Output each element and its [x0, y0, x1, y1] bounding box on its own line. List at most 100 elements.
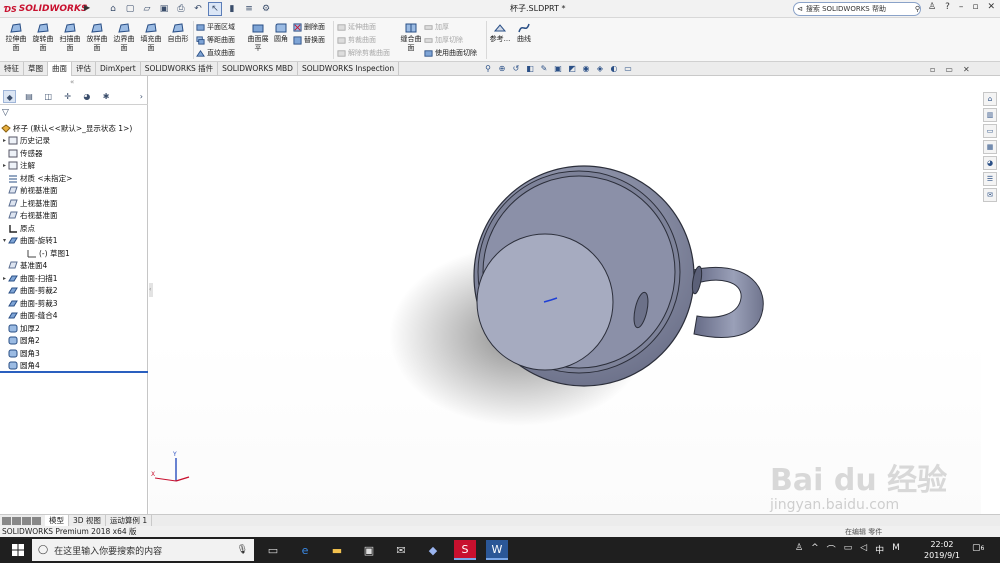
file-explorer-icon[interactable]: ▭ [983, 124, 997, 138]
filter-icon[interactable]: ▽ [2, 108, 9, 118]
network-icon[interactable]: ⌒ [827, 543, 836, 556]
ime-mode-icon[interactable]: M [892, 543, 900, 556]
trim-surface-button[interactable]: 剪裁曲面 [337, 34, 376, 46]
tree-expand-icon[interactable]: ▸ [1, 137, 8, 144]
clock[interactable]: 22:02 2019/9/1 [920, 539, 964, 561]
boundary-surface-button[interactable]: 边界曲面 [111, 22, 137, 53]
zoom-to-fit-icon[interactable]: ⚲ [483, 64, 493, 74]
tree-node[interactable]: ▸ 曲面-扫描1 [0, 272, 148, 285]
taskbar-search[interactable]: ◯ 在这里输入你要搜索的内容 🎙 [32, 539, 254, 561]
model-view[interactable]: Y X [149, 76, 981, 514]
tab-7[interactable]: SOLIDWORKS Inspection [298, 62, 400, 76]
search-options-icon[interactable]: ⊲ [797, 5, 803, 13]
tree-root-part[interactable]: 杯子 (默认<<默认>_显示状态 1>) [0, 122, 148, 135]
knit-surface-button[interactable]: 缝合曲面 [398, 22, 424, 53]
app-taskbar-icon[interactable]: ◆ [422, 540, 444, 560]
viewport-restore-icon[interactable]: ▭ [945, 65, 953, 74]
volume-icon[interactable]: ◁ [860, 543, 867, 556]
thicken-button[interactable]: 加厚 [424, 21, 449, 33]
tree-node[interactable]: 前视基准面 [0, 185, 148, 198]
traffic-light-icon[interactable]: ▮ [225, 2, 239, 16]
mail-icon[interactable]: ✉ [390, 540, 412, 560]
help-search-box[interactable]: ⊲ 搜索 SOLIDWORKS 帮助 ⚲ [793, 2, 921, 16]
tree-node[interactable]: ▾ 曲面-旋转1 [0, 235, 148, 248]
restore-icon[interactable]: ▫ [972, 2, 978, 12]
rollback-bar[interactable] [0, 371, 148, 373]
previous-view-icon[interactable]: ↺ [511, 64, 521, 74]
replace-face-button[interactable]: 替换面 [293, 34, 325, 46]
tree-node[interactable]: ▸ 历史记录 [0, 135, 148, 148]
task-view-icon[interactable]: ▭ [262, 540, 284, 560]
tree-expand-icon[interactable]: ▾ [1, 237, 8, 244]
tree-node[interactable]: 传感器 [0, 147, 148, 160]
loft-surface-button[interactable]: 放样曲面 [84, 22, 110, 53]
microphone-icon[interactable]: 🎙 [237, 545, 248, 555]
home-icon[interactable]: ⌂ [106, 2, 120, 16]
featuremanager-tree-icon[interactable]: ◆ [3, 90, 17, 103]
rebuild-icon[interactable]: ≡ [242, 2, 256, 16]
property-manager-icon[interactable]: ▤ [22, 90, 35, 103]
solidworks-taskbar-icon[interactable]: S [454, 540, 476, 560]
extend-surface-button[interactable]: 延伸曲面 [337, 21, 376, 33]
graphics-area[interactable]: Y X ‹ [149, 76, 981, 514]
hide-show-items-icon[interactable]: ◉ [581, 64, 591, 74]
panel-expand-icon[interactable]: › [135, 90, 148, 103]
tree-expand-icon[interactable]: ▸ [1, 162, 8, 169]
appearances-icon[interactable]: ◕ [983, 156, 997, 170]
file-explorer-taskbar-icon[interactable]: ▬ [326, 540, 348, 560]
viewport-minimize-icon[interactable]: ▫ [930, 65, 935, 74]
print-icon[interactable]: ⎙ [174, 2, 188, 16]
help-icon[interactable]: ? [945, 2, 950, 12]
tree-node[interactable]: 加厚2 [0, 322, 148, 335]
word-taskbar-icon[interactable]: W [486, 540, 508, 560]
minimize-icon[interactable]: – [959, 2, 964, 12]
view-palette-icon[interactable]: ▦ [983, 140, 997, 154]
menu-expand-icon[interactable]: ▶ [84, 3, 94, 15]
save-icon[interactable]: ▣ [157, 2, 171, 16]
notification-center-icon[interactable]: ▢6 [972, 543, 984, 553]
tab-0[interactable]: 特征 [0, 62, 24, 76]
fill-surface-button[interactable]: 填充曲面 [138, 22, 164, 53]
panel-grip-icon[interactable]: « [70, 78, 74, 86]
offset-surface-button[interactable]: 等距曲面 [196, 34, 235, 46]
thicken-cut-button[interactable]: 加厚切除 [424, 34, 463, 46]
store-icon[interactable]: ▣ [358, 540, 380, 560]
forum-icon[interactable]: ✉ [983, 188, 997, 202]
cut-with-surface-button[interactable]: 使用曲面切除 [424, 47, 477, 59]
new-document-icon[interactable]: ▢ [123, 2, 137, 16]
tab-1[interactable]: 草图 [24, 62, 48, 76]
tree-node[interactable]: 曲面-剪裁2 [0, 285, 148, 298]
extrude-surface-button[interactable]: 拉伸曲面 [3, 22, 29, 53]
cam-manager-icon[interactable]: ✱ [99, 90, 112, 103]
revolve-surface-button[interactable]: 旋转曲面 [30, 22, 56, 53]
curves-button[interactable]: 曲线 [513, 22, 535, 44]
display-style-icon[interactable]: ◩ [567, 64, 577, 74]
solidworks-logo[interactable]: ƊS SOLIDWORKS [4, 2, 87, 16]
tree-node[interactable]: 圆角3 [0, 347, 148, 360]
sweep-surface-button[interactable]: 扫描曲面 [57, 22, 83, 53]
delete-face-button[interactable]: 删除面 [293, 21, 325, 33]
tree-node[interactable]: 原点 [0, 222, 148, 235]
tree-node[interactable]: (-) 草图1 [0, 247, 148, 260]
tab-scroll-arrows[interactable] [2, 516, 41, 525]
solidworks-resources-icon[interactable]: ⌂ [983, 92, 997, 106]
tree-node[interactable]: 上视基准面 [0, 197, 148, 210]
battery-icon[interactable]: ▭ [844, 543, 853, 556]
tab-6[interactable]: SOLIDWORKS MBD [218, 62, 298, 76]
tree-node[interactable]: ▸ 注解 [0, 160, 148, 173]
untrim-surface-button[interactable]: 解除剪裁曲面 [337, 47, 390, 59]
zoom-to-area-icon[interactable]: ⊕ [497, 64, 507, 74]
close-icon[interactable]: ✕ [987, 2, 995, 12]
tree-expand-icon[interactable]: ▸ [1, 275, 8, 282]
view-orientation-icon[interactable]: ▣ [553, 64, 563, 74]
panel-collapse-handle[interactable]: ‹ [149, 283, 153, 297]
ime-indicator[interactable]: 中 [875, 543, 884, 556]
viewport-close-icon[interactable]: ✕ [963, 65, 970, 74]
custom-properties-icon[interactable]: ☰ [983, 172, 997, 186]
dynamic-annotation-icon[interactable]: ✎ [539, 64, 549, 74]
freeform-button[interactable]: 自由形 [165, 22, 191, 44]
section-view-icon[interactable]: ◧ [525, 64, 535, 74]
fillet-button[interactable]: 圆角 [268, 22, 294, 44]
view-settings-icon[interactable]: ▭ [623, 64, 633, 74]
planar-surface-button[interactable]: 平面区域 [196, 21, 235, 33]
